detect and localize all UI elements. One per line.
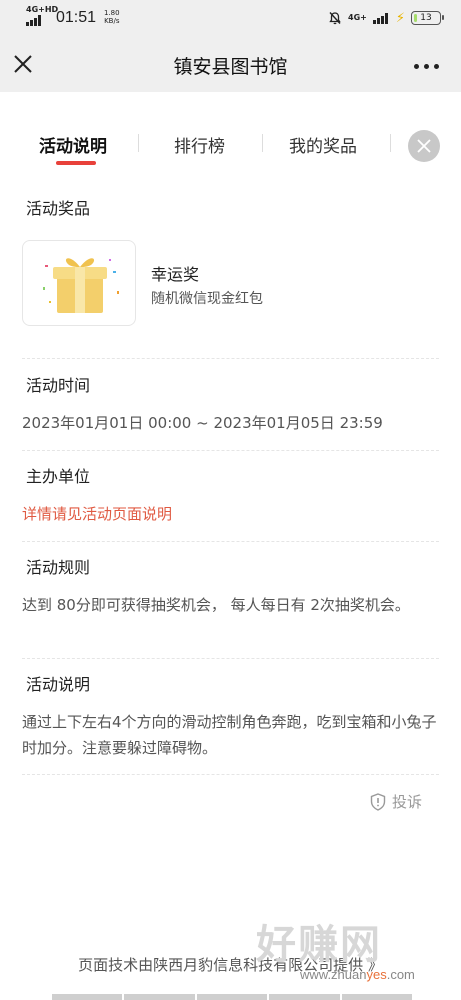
bottom-toolbar-hint — [52, 994, 413, 1000]
active-tab-indicator — [56, 161, 96, 165]
tab-divider — [390, 134, 391, 152]
tab-my-prizes[interactable]: 我的奖品 — [289, 132, 357, 157]
section-divider — [22, 358, 439, 359]
battery-level: 13 — [420, 13, 432, 23]
activity-time-value: 2023年01月01日 00:00 ~ 2023年01月05日 23:59 — [22, 414, 383, 432]
network-type-left: 4G+HD — [26, 5, 59, 14]
section-divider — [22, 658, 439, 659]
organizer-value: 详情请见活动页面说明 — [22, 505, 173, 523]
network-speed-unit: KB/s — [104, 17, 120, 25]
clock: 01:51 — [56, 9, 97, 26]
activity-panel: 活动说明 排行榜 我的奖品 活动奖品 幸运奖 随机微信现金红包 活动时间 202… — [0, 92, 461, 1000]
description-value: 通过上下左右4个方向的滑动控制角色奔跑，吃到宝箱和小兔子时加分。注意要躲过障碍物… — [22, 713, 437, 757]
panel-close-button[interactable] — [408, 130, 440, 162]
prize-description: 随机微信现金红包 — [151, 291, 263, 307]
battery-icon: 13 — [411, 11, 444, 25]
status-bar: 4G+HD 01:51 1.80 KB/s 4G+ ⚡ 13 — [0, 0, 461, 38]
network-speed-value: 1.80 — [104, 9, 120, 17]
more-options-icon[interactable] — [414, 64, 439, 69]
charging-icon: ⚡ — [395, 10, 405, 26]
prize-image-card — [22, 240, 136, 326]
prize-name: 幸运奖 — [151, 265, 200, 284]
report-label: 投诉 — [392, 793, 423, 811]
watermark-url: www.zhuanyes.com — [300, 967, 415, 982]
network-type-right: 4G+ — [348, 13, 367, 22]
section-label-organizer: 主办单位 — [22, 463, 95, 490]
mute-icon — [329, 12, 341, 25]
close-icon — [417, 139, 431, 153]
battery-fill — [414, 14, 417, 22]
tab-divider — [262, 134, 263, 152]
report-button[interactable]: 投诉 — [370, 791, 422, 812]
signal-icon-2 — [372, 12, 390, 24]
site-watermark: 好赚网 www.zhuanyes.com — [256, 912, 456, 992]
section-label-description: 活动说明 — [22, 671, 95, 698]
signal-icon — [26, 15, 43, 26]
shield-alert-icon — [370, 792, 386, 811]
tab-leaderboard[interactable]: 排行榜 — [174, 132, 225, 157]
rules-value: 达到 80分即可获得抽奖机会， 每人每日有 2次抽奖机会。 — [22, 596, 410, 614]
gift-box-icon — [43, 258, 119, 313]
section-divider — [22, 450, 439, 451]
section-divider — [22, 774, 439, 775]
network-speed: 1.80 KB/s — [104, 9, 120, 25]
section-label-prize: 活动奖品 — [22, 195, 95, 222]
page-title: 镇安县图书馆 — [173, 56, 288, 78]
section-label-time: 活动时间 — [22, 372, 95, 399]
watermark-brand: 好赚网 — [256, 922, 382, 968]
section-divider — [22, 541, 439, 542]
section-label-rules: 活动规则 — [22, 554, 95, 581]
navigation-bar: 镇安县图书馆 — [0, 38, 461, 92]
tab-divider — [138, 134, 139, 152]
tab-bar: 活动说明 排行榜 我的奖品 — [0, 92, 461, 182]
tab-activity-info[interactable]: 活动说明 — [39, 132, 107, 157]
